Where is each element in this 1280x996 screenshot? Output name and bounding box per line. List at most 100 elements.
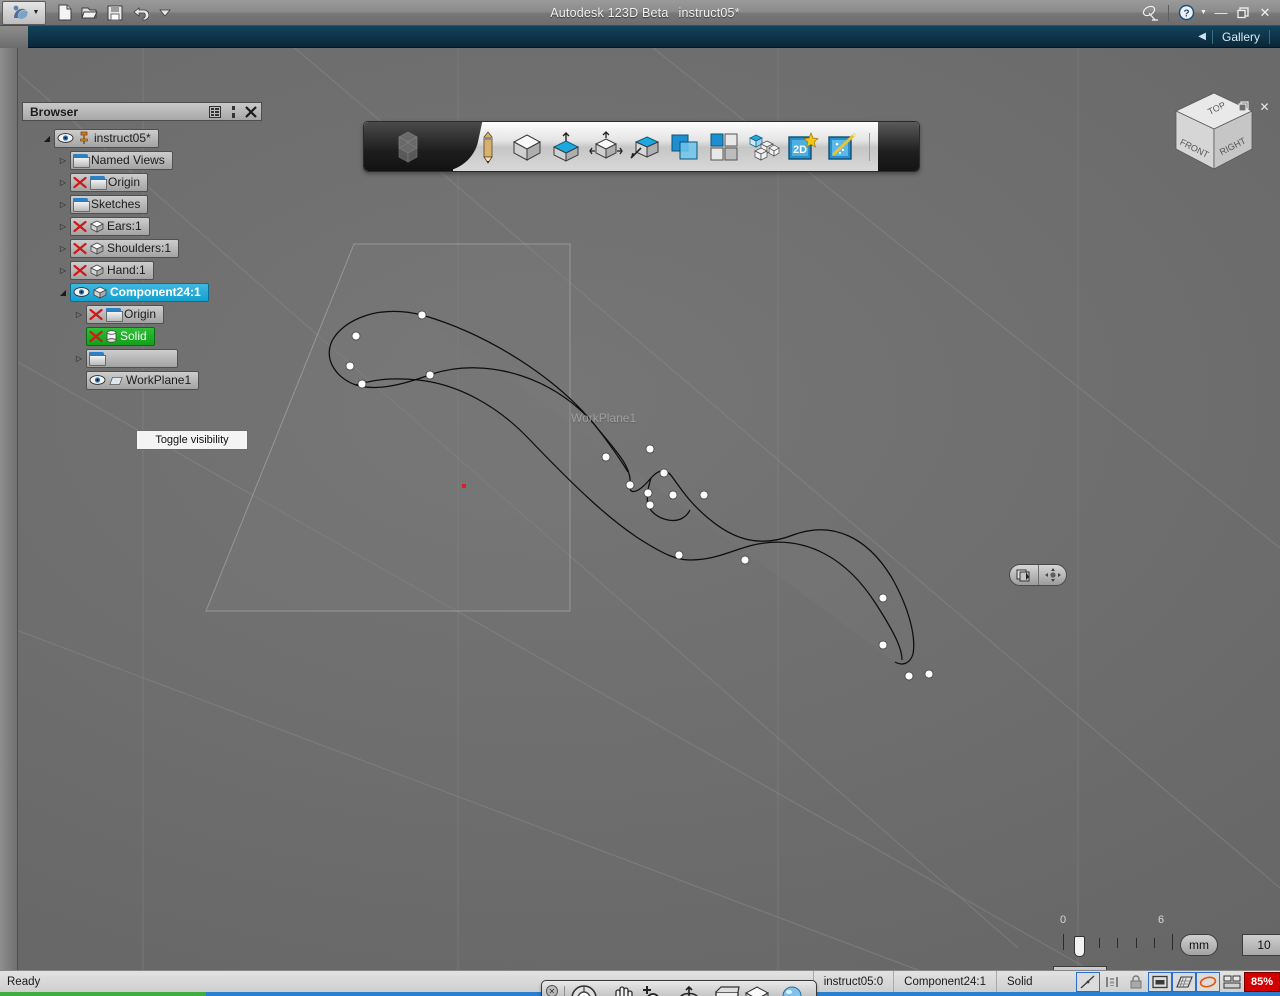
twisty-collapsed-icon[interactable]: ▷ xyxy=(56,244,70,253)
combine-squares-icon[interactable] xyxy=(665,126,704,168)
tree-item-origin[interactable]: ▷ Origin xyxy=(22,171,262,193)
tree-item-sketches[interactable]: ▷ Sketches xyxy=(22,193,262,215)
tree-item-named-views[interactable]: ▷ Named Views xyxy=(22,149,262,171)
pan-hand-icon[interactable] xyxy=(608,983,637,996)
magic-wand-icon[interactable] xyxy=(823,126,862,168)
lock-icon[interactable] xyxy=(1124,972,1148,992)
scale-max-field[interactable]: 10 xyxy=(1242,934,1280,956)
tree-item-hand-1[interactable]: ▷ Hand:1 xyxy=(22,259,262,281)
orbit-ring-icon[interactable] xyxy=(1196,971,1220,992)
toolbar-overflow[interactable] xyxy=(877,122,919,171)
tree-item-chip[interactable]: Shoulders:1 xyxy=(70,238,180,258)
orbit-icon[interactable] xyxy=(674,983,703,996)
twisty-collapsed-icon[interactable]: ▷ xyxy=(72,310,86,319)
hidden-x-icon[interactable] xyxy=(89,330,103,343)
window-maximize-button[interactable] xyxy=(1234,4,1252,22)
doc-close-button[interactable]: ✕ xyxy=(1257,99,1272,114)
panel-layers-icon[interactable] xyxy=(1010,565,1038,585)
tree-item-chip[interactable]: Hand:1 xyxy=(70,260,154,280)
tree-item-chip[interactable]: instruct05* xyxy=(54,128,159,148)
doc-minimize-button[interactable]: — xyxy=(1215,99,1230,114)
tree-item-chip[interactable]: Sketches xyxy=(70,194,149,214)
gallery-back-arrow-icon[interactable]: ◀ xyxy=(1198,31,1206,42)
snap-angle-icon[interactable] xyxy=(1076,971,1100,992)
browser-dots-icon[interactable] xyxy=(225,104,241,119)
tree-item-unnamed[interactable]: ▷ xyxy=(22,347,262,369)
dual-panel-icon[interactable] xyxy=(1220,972,1244,992)
tree-item-chip[interactable]: Origin xyxy=(70,172,149,192)
pin-icon[interactable] xyxy=(77,131,91,145)
tree-item-chip[interactable] xyxy=(86,348,178,368)
browser-grid-icon[interactable] xyxy=(207,104,223,119)
tree-item-shoulders-1[interactable]: ▷ Shoulders:1 xyxy=(22,237,262,259)
save-file-icon[interactable] xyxy=(104,2,126,24)
scale-value-field[interactable]: 1 xyxy=(1053,966,1107,970)
gallery-link[interactable]: Gallery xyxy=(1211,29,1270,44)
zoom-magnifier-icon[interactable] xyxy=(637,983,666,996)
help-dropdown-icon[interactable]: ▼ xyxy=(1199,4,1208,22)
unit-selector[interactable]: mm xyxy=(1180,934,1218,956)
hidden-x-icon[interactable] xyxy=(73,176,87,189)
open-file-icon[interactable] xyxy=(79,2,101,24)
grid-pattern-icon[interactable] xyxy=(705,126,744,168)
2d-drawing-icon[interactable]: 2D xyxy=(784,126,823,168)
quick-access-more-icon[interactable] xyxy=(154,2,176,24)
cube-array-icon[interactable] xyxy=(744,126,783,168)
hidden-x-icon[interactable] xyxy=(73,264,87,277)
ruler-slider-handle[interactable] xyxy=(1074,936,1085,957)
tree-item-instruct05[interactable]: ◢ instruct05* xyxy=(22,127,262,149)
twisty-collapsed-icon[interactable]: ▷ xyxy=(56,178,70,187)
eye-icon[interactable] xyxy=(73,286,90,298)
tree-item-origin[interactable]: ▷ Origin xyxy=(22,303,262,325)
tree-item-workplane1[interactable]: WorkPlane1 xyxy=(22,369,262,391)
viewport-float-toolbar[interactable] xyxy=(1009,564,1067,586)
move-drag-icon[interactable] xyxy=(1038,565,1066,585)
twisty-expanded-icon[interactable]: ◢ xyxy=(56,288,70,297)
browser-close-icon[interactable] xyxy=(243,104,259,119)
twisty-collapsed-icon[interactable]: ▷ xyxy=(56,266,70,275)
modify-transform-icon[interactable] xyxy=(586,126,625,168)
construct-extrude-icon[interactable] xyxy=(547,126,586,168)
tree-item-component24-1[interactable]: ◢ Component24:1 xyxy=(22,281,262,303)
window-minimize-button[interactable]: — xyxy=(1212,4,1230,22)
new-file-icon[interactable] xyxy=(54,2,76,24)
twisty-collapsed-icon[interactable]: ▷ xyxy=(72,354,86,363)
material-sphere-icon[interactable] xyxy=(779,983,808,996)
eye-icon[interactable] xyxy=(89,374,106,386)
tree-item-chip[interactable]: Origin xyxy=(86,304,165,324)
hidden-x-icon[interactable] xyxy=(73,242,87,255)
tree-item-ears-1[interactable]: ▷ Ears:1 xyxy=(22,215,262,237)
help-icon[interactable]: ? xyxy=(1177,4,1195,22)
frame-icon[interactable] xyxy=(1148,971,1172,992)
tree-item-chip[interactable]: Solid xyxy=(86,326,155,346)
tree-item-chip[interactable]: Ears:1 xyxy=(70,216,150,236)
fit-view-icon[interactable] xyxy=(711,983,742,996)
scale-ruler[interactable]: 0 6 1 mm 10 xyxy=(1048,914,1280,970)
toolbar-brand[interactable] xyxy=(364,122,453,171)
tree-item-chip[interactable]: Named Views xyxy=(70,150,173,170)
undo-icon[interactable] xyxy=(129,2,151,24)
window-close-button[interactable]: ✕ xyxy=(1256,4,1274,22)
measure-icon[interactable] xyxy=(1100,972,1124,992)
ruler-tick xyxy=(1136,938,1137,948)
tree-item-chip[interactable]: Component24:1 xyxy=(70,282,209,302)
twisty-expanded-icon[interactable]: ◢ xyxy=(40,134,54,143)
zoom-level-badge[interactable]: 85% xyxy=(1244,971,1280,992)
doc-restore-button[interactable] xyxy=(1236,99,1251,114)
tree-item-chip[interactable]: WorkPlane1 xyxy=(86,370,200,390)
navbar-close-button[interactable]: ✕ xyxy=(546,985,558,996)
twisty-collapsed-icon[interactable]: ▷ xyxy=(56,200,70,209)
grid-snap-icon[interactable] xyxy=(1172,971,1196,992)
tree-item-solid[interactable]: Solid xyxy=(22,325,262,347)
eye-icon[interactable] xyxy=(57,132,74,144)
satellite-dish-icon[interactable] xyxy=(1142,4,1160,22)
app-menu-button[interactable]: ▼ xyxy=(2,0,46,25)
steering-wheel-icon[interactable] xyxy=(568,983,601,996)
hidden-x-icon[interactable] xyxy=(89,308,103,321)
twisty-collapsed-icon[interactable]: ▷ xyxy=(56,222,70,231)
primitives-cube-icon[interactable] xyxy=(507,126,546,168)
twisty-collapsed-icon[interactable]: ▷ xyxy=(56,156,70,165)
hidden-x-icon[interactable] xyxy=(73,220,87,233)
display-style-icon[interactable] xyxy=(742,983,771,996)
pattern-snap-icon[interactable] xyxy=(626,126,665,168)
